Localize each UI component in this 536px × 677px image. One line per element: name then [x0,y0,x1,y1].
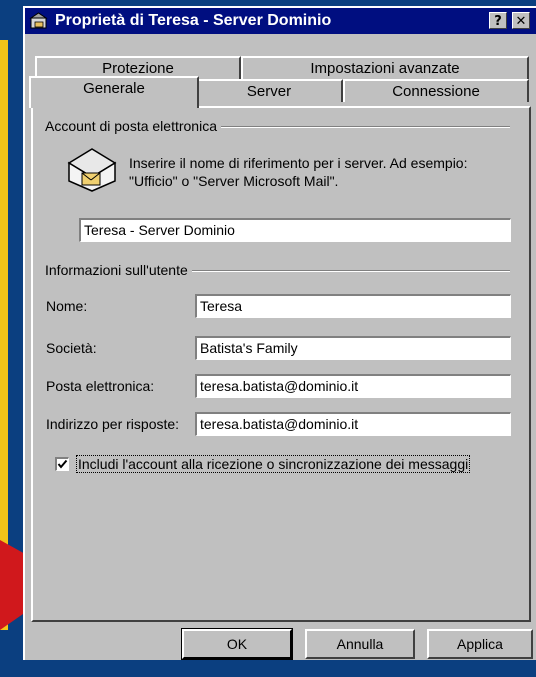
mail-account-icon [29,12,48,29]
tab-label: Server [246,83,292,100]
tab-server[interactable]: Server [195,79,343,102]
email-label: Posta elettronica: [46,378,155,394]
tab-label: Generale [83,80,145,97]
account-name-input[interactable]: Teresa - Server Dominio [79,218,511,242]
include-account-checkbox[interactable] [55,457,69,471]
name-label: Nome: [46,298,88,314]
tab-impostazioni-avanzate[interactable]: Impostazioni avanzate [241,56,529,79]
checkmark-icon [57,459,68,469]
name-input[interactable]: Teresa [195,294,511,318]
mail-account-description: Inserire il nome di riferimento per i se… [129,154,467,190]
company-label: Società: [46,340,97,356]
include-account-label[interactable]: Includi l'account alla ricezione o sincr… [76,455,471,473]
tab-label: Protezione [102,60,174,77]
company-input[interactable]: Batista's Family [195,336,511,360]
apply-button[interactable]: Applica [427,629,533,659]
help-button[interactable]: ? [489,12,507,29]
mail-account-section-label: Account di posta elettronica [45,118,221,134]
window-title: Proprietà di Teresa - Server Dominio [55,12,332,29]
tab-label: Impostazioni avanzate [310,60,460,77]
envelope-icon [67,148,117,192]
tab-connessione[interactable]: Connessione [343,79,529,102]
reply-address-label: Indirizzo per risposte: [46,416,180,432]
properties-dialog: Proprietà di Teresa - Server Dominio ? ✕… [23,6,536,660]
cancel-button[interactable]: Annulla [305,629,415,659]
description-line-2: "Ufficio" o "Server Microsoft Mail". [129,173,339,189]
description-line-1: Inserire il nome di riferimento per i se… [129,155,468,171]
ok-button[interactable]: OK [181,628,293,660]
tab-label: Connessione [392,83,480,100]
reply-address-input[interactable]: teresa.batista@dominio.it [195,412,511,436]
tab-generale[interactable]: Generale [29,76,199,108]
user-info-section-label: Informazioni sull'utente [45,262,192,278]
close-button[interactable]: ✕ [512,12,530,29]
email-input[interactable]: teresa.batista@dominio.it [195,374,511,398]
title-bar: Proprietà di Teresa - Server Dominio ? ✕ [25,8,536,34]
